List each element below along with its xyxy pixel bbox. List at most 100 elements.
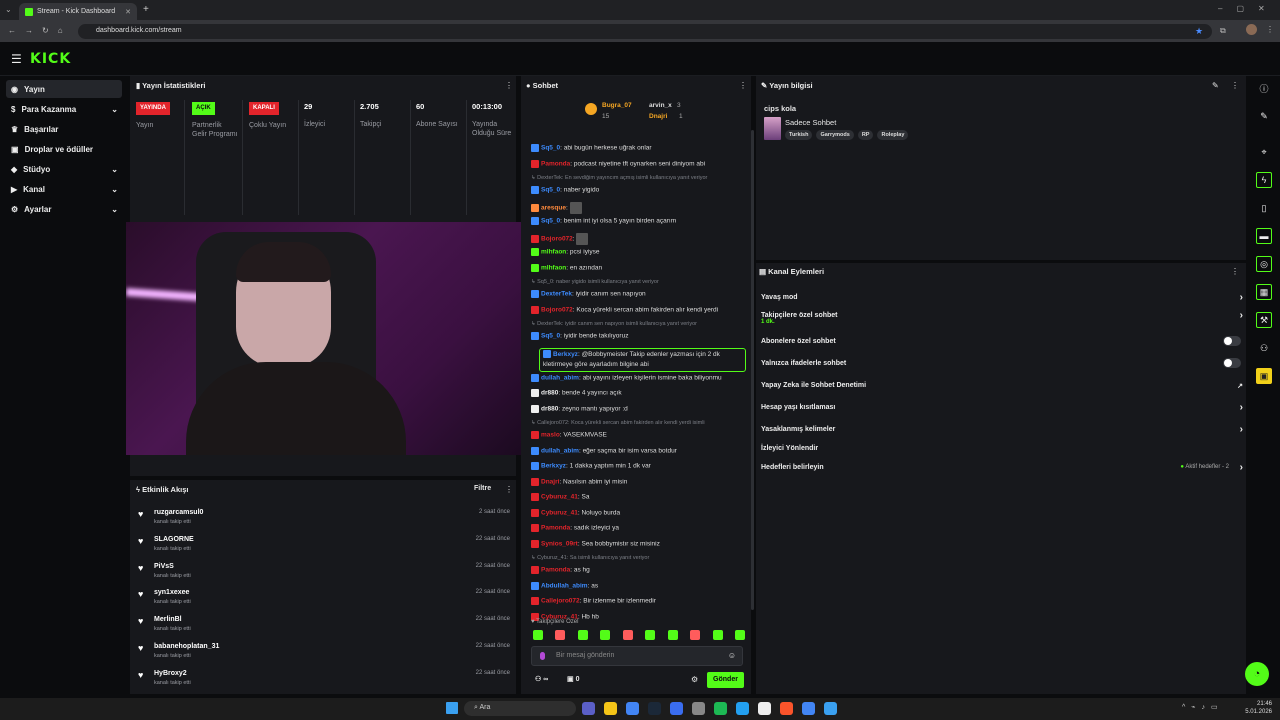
- chat-username[interactable]: DexterTek: [541, 291, 572, 298]
- emoji-icon[interactable]: ☺: [728, 651, 736, 660]
- emote-button[interactable]: [645, 630, 656, 640]
- sidebar-item-basarilar[interactable]: ♛ Başarılar: [6, 120, 122, 138]
- event-username[interactable]: syn1xexee: [154, 589, 189, 596]
- chat-menu-icon[interactable]: ⋮: [739, 81, 747, 90]
- stream-info-menu-icon[interactable]: ⋮: [1231, 81, 1239, 90]
- tag-chip[interactable]: RP: [857, 130, 874, 140]
- chat-message[interactable]: aresque:: [531, 201, 743, 214]
- chat-message[interactable]: dullah_abim: eğer saçma bir isim varsa b…: [531, 446, 743, 455]
- filter-button[interactable]: Filtre: [474, 485, 491, 492]
- channel-action-item[interactable]: İzleyici Yönlendir: [761, 445, 1243, 452]
- new-tab-button[interactable]: +: [143, 4, 149, 15]
- stats-menu-icon[interactable]: ⋮: [505, 81, 513, 90]
- app-icon[interactable]: [692, 702, 705, 715]
- tag-chip[interactable]: Garrymods: [816, 130, 854, 140]
- chat-message[interactable]: Bojoro072:: [531, 232, 743, 245]
- channel-actions-menu-icon[interactable]: ⋮: [1231, 267, 1239, 276]
- event-menu-icon[interactable]: ⋮: [505, 485, 513, 494]
- chat-message[interactable]: Berkxyz: 1 dakka yaptım min 1 dk var: [531, 462, 743, 470]
- hamburger-menu-icon[interactable]: ☰: [11, 52, 22, 66]
- tag-chip[interactable]: Roleplay: [877, 130, 909, 140]
- start-button[interactable]: [446, 702, 458, 714]
- kick-logo[interactable]: KICK: [30, 51, 71, 67]
- chat-message[interactable]: dr880: bende 4 yayıncı açık: [531, 389, 743, 397]
- chat-username[interactable]: aresque: [541, 204, 566, 211]
- event-username[interactable]: babanehoplatan_31: [154, 643, 219, 650]
- folder-icon[interactable]: [604, 702, 617, 715]
- chat-message[interactable]: Cyburuz_41: Noluyo burda: [531, 508, 743, 517]
- chat-username[interactable]: Pamonda: [541, 567, 570, 574]
- chat-message[interactable]: Abdullah_abim: as: [531, 581, 743, 590]
- vscode-icon[interactable]: [736, 702, 749, 715]
- url-field[interactable]: dashboard.kick.com/stream: [78, 24, 1212, 39]
- chat-username[interactable]: Sq5_0: [541, 145, 560, 152]
- gift-counter[interactable]: ▣ 0: [567, 675, 579, 683]
- chat-username[interactable]: Abdullah_abim: [541, 582, 588, 589]
- channel-action-item[interactable]: Yasaklanmış kelimeler ›: [761, 424, 1243, 435]
- taskbar-search[interactable]: ⌕ Ara: [464, 701, 576, 716]
- browser-menu-icon[interactable]: ⋮: [1266, 25, 1274, 34]
- chat-message[interactable]: dullah_abim: abi yayını izleyen kişileri…: [531, 373, 743, 382]
- signal-icon[interactable]: ◎: [1256, 256, 1272, 272]
- chat-message[interactable]: mlhfaon: pcsi iyiyse: [531, 248, 743, 256]
- window-controls[interactable]: –▢✕: [1218, 4, 1279, 13]
- emote-button[interactable]: [622, 630, 633, 640]
- chat-message[interactable]: dr880: zeyno mantı yapıyor :d: [531, 404, 743, 413]
- users-icon[interactable]: ⚇: [1256, 340, 1272, 356]
- extensions-icon[interactable]: ⧉: [1220, 26, 1226, 36]
- event-username[interactable]: ruzgarcamsul0: [154, 509, 203, 516]
- chat-input[interactable]: Bir mesaj gönderin ☺: [531, 646, 743, 666]
- profile-avatar[interactable]: [1246, 24, 1257, 35]
- copy-icon[interactable]: ▯: [1256, 200, 1272, 216]
- tab-search-icon[interactable]: ⌄: [5, 5, 12, 14]
- chat-username[interactable]: Berkxyz: [541, 463, 566, 470]
- emote-button[interactable]: [533, 630, 543, 640]
- chat-message[interactable]: Sq5_0: benim int iyi olsa 5 yayın birden…: [531, 217, 743, 225]
- chat-username[interactable]: dullah_abim: [541, 447, 579, 454]
- chat-username[interactable]: Bojoro072: [541, 235, 573, 242]
- nav-buttons[interactable]: ←→↻⌂: [8, 26, 72, 35]
- channel-action-item[interactable]: Hesap yaşı kısıtlaması ›: [761, 402, 1243, 413]
- chat-username[interactable]: Sq5_0: [541, 218, 560, 225]
- chat-username[interactable]: Synios_09rt: [541, 540, 578, 547]
- chat-message[interactable]: Sq5_0: abi bugün herkese uğrak onlar: [531, 144, 743, 152]
- emote-button[interactable]: [555, 630, 566, 640]
- toggle-switch[interactable]: [1223, 358, 1241, 368]
- chat-icon[interactable]: ▬: [1256, 228, 1272, 244]
- event-username[interactable]: HyBroxy2: [154, 670, 187, 677]
- chat-message[interactable]: Pamonda: as hg: [531, 566, 743, 574]
- target-icon[interactable]: ⌖: [1256, 144, 1272, 160]
- chat-username[interactable]: dr880: [541, 405, 558, 412]
- chat-username[interactable]: Callejoro072: [541, 598, 580, 605]
- chat-message[interactable]: maslo: VASEKMVASE: [531, 431, 743, 439]
- chat-message[interactable]: Pamonda: podcast niyetine tft oynarken s…: [531, 159, 743, 168]
- chat-message[interactable]: Bojoro072: Koca yürekli sercan abim faki…: [531, 305, 743, 314]
- emote-button[interactable]: [712, 630, 723, 640]
- send-button[interactable]: Gönder: [707, 672, 744, 688]
- chat-username[interactable]: mlhfaon: [541, 264, 566, 271]
- chat-username[interactable]: Pamonda: [541, 160, 570, 167]
- chat-message[interactable]: mlhfaon: en azından: [531, 263, 743, 272]
- emote-button[interactable]: [667, 630, 678, 640]
- channel-action-item[interactable]: Yapay Zeka ile Sohbet Denetimi ↗: [761, 382, 1243, 390]
- chat-username[interactable]: Dnajri: [541, 478, 559, 485]
- chat-message[interactable]: Cyburuz_41: Sa: [531, 493, 743, 501]
- chat-message[interactable]: DexterTek: iyidir canım sen napıyon: [531, 290, 743, 298]
- pencil-icon[interactable]: ✎: [1256, 108, 1272, 124]
- event-username[interactable]: SLAGORNE: [154, 536, 194, 543]
- chat-username[interactable]: dullah_abim: [541, 374, 579, 381]
- emote-button[interactable]: [690, 630, 701, 640]
- clapper-icon[interactable]: ▣: [1256, 368, 1272, 384]
- sidebar-item-kanal[interactable]: ▶ Kanal ⌄: [6, 180, 122, 198]
- chat-message[interactable]: Synios_09rt: Sea bobbymistır siz misiniz: [531, 539, 743, 548]
- chat-username[interactable]: Berkxyz: [553, 351, 578, 358]
- chat-message[interactable]: Pamonda: sadık izleyici ya: [531, 524, 743, 532]
- app-icon[interactable]: [824, 702, 837, 715]
- chat-message[interactable]: Dnajri: Nasılsın abim iyi misin: [531, 477, 743, 486]
- chat-settings-icon[interactable]: ⚙: [691, 675, 698, 684]
- bookmark-star-icon[interactable]: ★: [1195, 26, 1203, 37]
- steam-icon[interactable]: [648, 702, 661, 715]
- chat-username[interactable]: Sq5_0: [541, 333, 560, 340]
- chat-username[interactable]: Cyburuz_41: [541, 494, 578, 501]
- tray-icons[interactable]: ^⌁♪▭: [1182, 703, 1224, 711]
